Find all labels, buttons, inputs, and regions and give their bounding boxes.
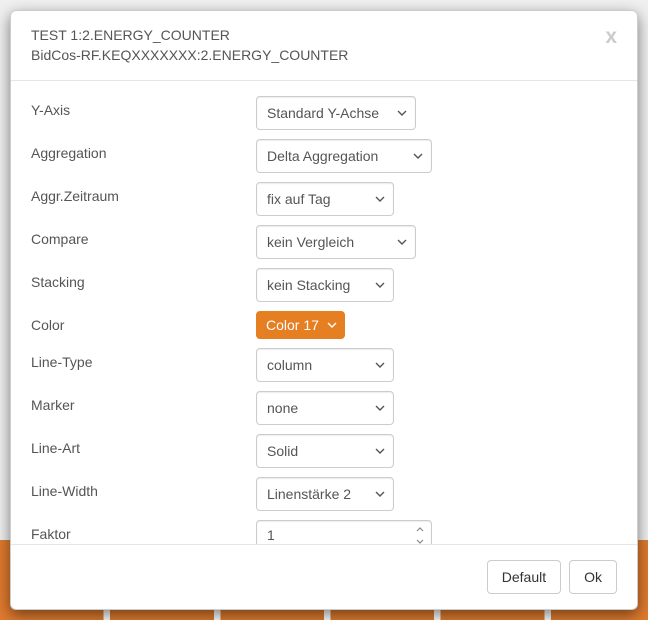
chevron-down-icon: [375, 405, 385, 411]
settings-dialog: TEST 1:2.ENERGY_COUNTER BidCos-RF.KEQXXX…: [10, 10, 638, 610]
stacking-value: kein Stacking: [267, 277, 350, 293]
default-button[interactable]: Default: [487, 560, 561, 594]
aggregation-value: Delta Aggregation: [267, 148, 378, 164]
chevron-down-icon: [375, 448, 385, 454]
yaxis-label: Y-Axis: [31, 96, 256, 118]
color-select[interactable]: Color 17: [256, 311, 345, 339]
compare-label: Compare: [31, 225, 256, 247]
aggr-zeitraum-select[interactable]: fix auf Tag: [256, 182, 394, 216]
chevron-down-icon: [397, 110, 407, 116]
aggregation-select[interactable]: Delta Aggregation: [256, 139, 432, 173]
yaxis-value: Standard Y-Achse: [267, 105, 379, 121]
stacking-select[interactable]: kein Stacking: [256, 268, 394, 302]
line-type-label: Line-Type: [31, 348, 256, 370]
dialog-body: Y-Axis Standard Y-Achse Aggregation Delt…: [11, 81, 637, 544]
dialog-header: TEST 1:2.ENERGY_COUNTER BidCos-RF.KEQXXX…: [11, 11, 637, 81]
color-label: Color: [31, 311, 256, 333]
stacking-label: Stacking: [31, 268, 256, 290]
chevron-down-icon: [375, 282, 385, 288]
line-type-select[interactable]: column: [256, 348, 394, 382]
chevron-down-icon: [397, 239, 407, 245]
color-value: Color 17: [266, 317, 319, 333]
line-art-select[interactable]: Solid: [256, 434, 394, 468]
chevron-down-icon: [375, 196, 385, 202]
faktor-step-up[interactable]: [412, 524, 428, 534]
dialog-title: TEST 1:2.ENERGY_COUNTER BidCos-RF.KEQXXX…: [31, 26, 605, 65]
line-art-label: Line-Art: [31, 434, 256, 456]
faktor-value: 1: [267, 527, 275, 543]
chevron-down-icon: [375, 362, 385, 368]
faktor-label: Faktor: [31, 520, 256, 542]
ok-button[interactable]: Ok: [569, 560, 617, 594]
chevron-down-icon: [327, 322, 337, 328]
faktor-input[interactable]: 1: [256, 520, 432, 544]
yaxis-select[interactable]: Standard Y-Achse: [256, 96, 416, 130]
faktor-spinner: [412, 524, 428, 544]
compare-select[interactable]: kein Vergleich: [256, 225, 416, 259]
title-line-1: TEST 1:2.ENERGY_COUNTER: [31, 27, 230, 43]
title-line-2: BidCos-RF.KEQXXXXXXX:2.ENERGY_COUNTER: [31, 47, 348, 63]
line-width-select[interactable]: Linenstärke 2: [256, 477, 394, 511]
faktor-step-down[interactable]: [412, 536, 428, 544]
aggr-zeitraum-label: Aggr.Zeitraum: [31, 182, 256, 204]
marker-label: Marker: [31, 391, 256, 413]
chevron-down-icon: [413, 153, 423, 159]
line-width-label: Line-Width: [31, 477, 256, 499]
line-art-value: Solid: [267, 443, 298, 459]
marker-select[interactable]: none: [256, 391, 394, 425]
line-width-value: Linenstärke 2: [267, 486, 351, 502]
compare-value: kein Vergleich: [267, 234, 354, 250]
chevron-down-icon: [375, 491, 385, 497]
dialog-footer: Default Ok: [11, 544, 637, 609]
line-type-value: column: [267, 357, 312, 373]
close-button[interactable]: x: [605, 26, 617, 47]
marker-value: none: [267, 400, 298, 416]
aggregation-label: Aggregation: [31, 139, 256, 161]
aggr-zeitraum-value: fix auf Tag: [267, 191, 331, 207]
